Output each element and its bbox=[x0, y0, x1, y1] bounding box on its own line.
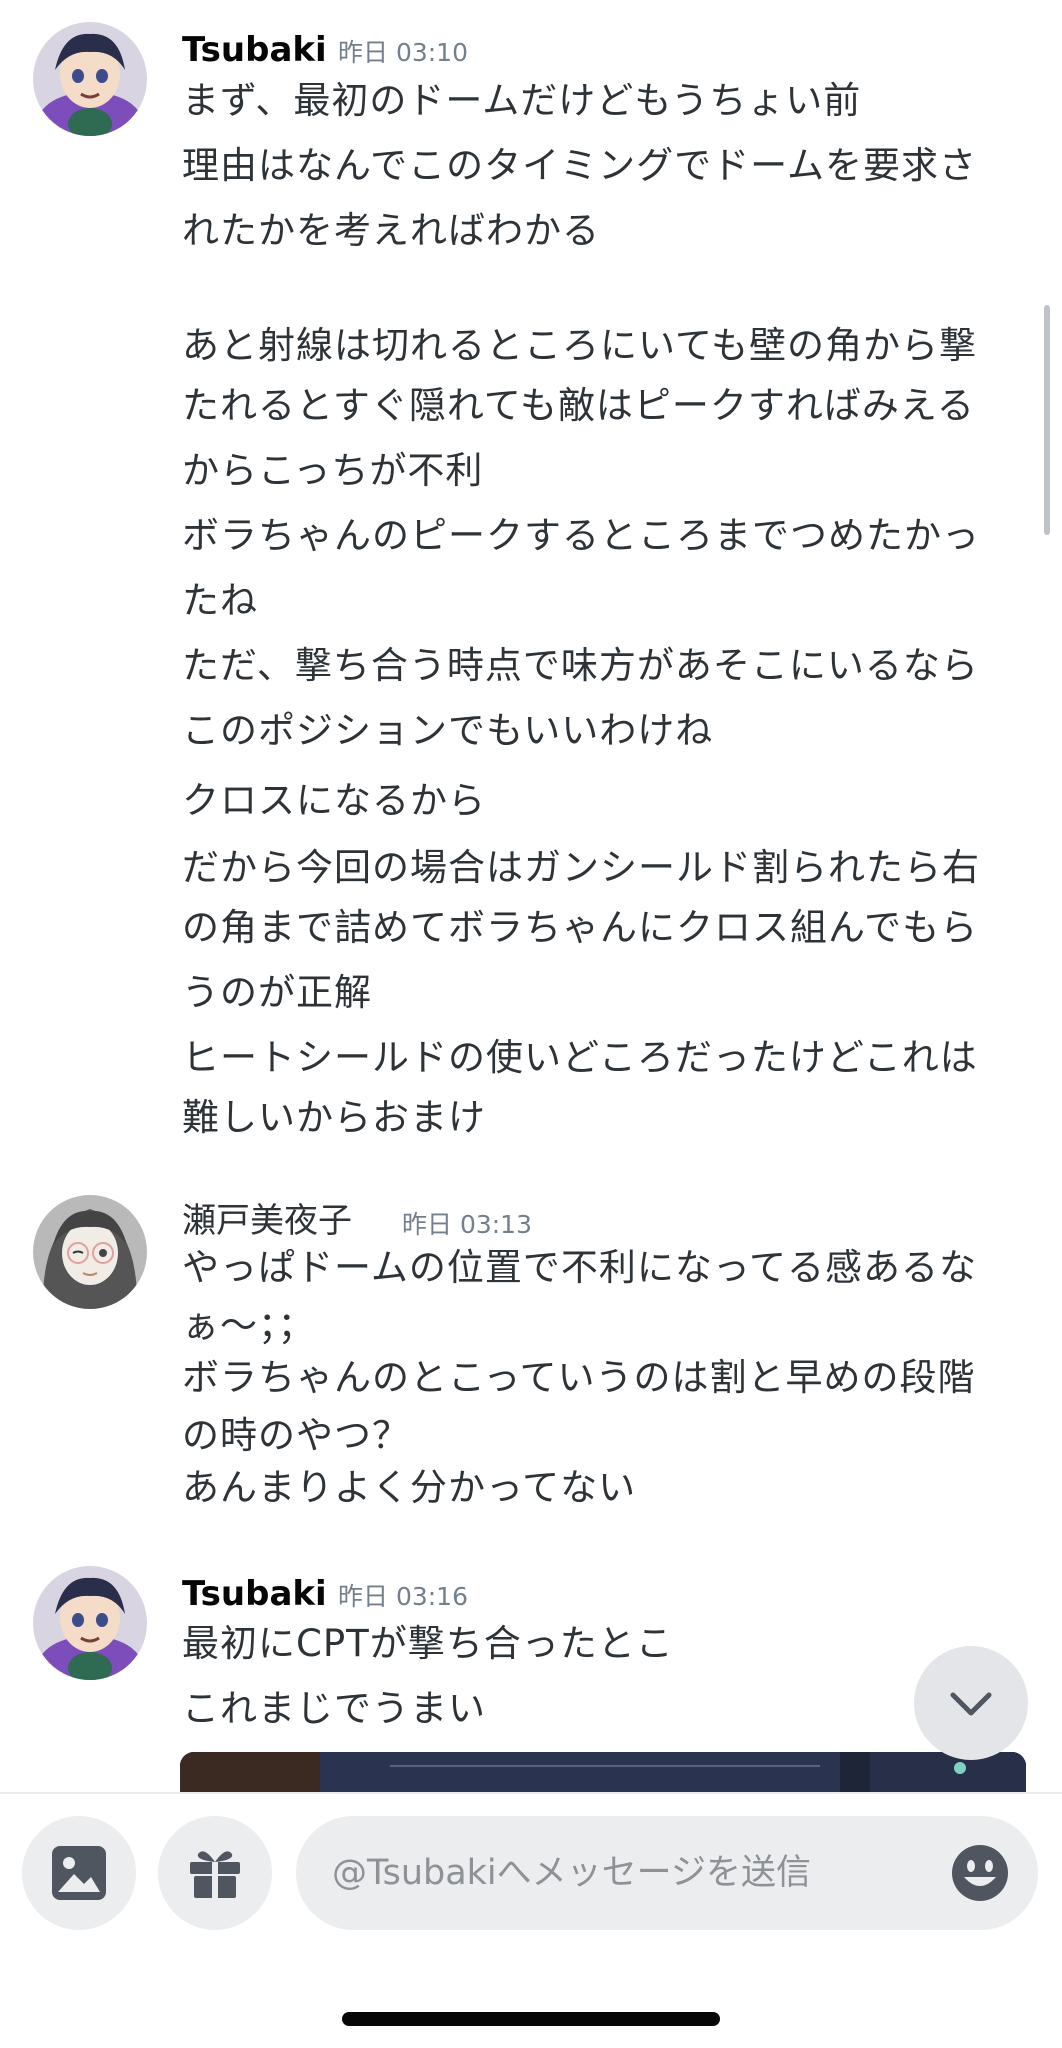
message-timestamp: 昨日 03:10 bbox=[338, 38, 468, 67]
upload-image-button[interactable] bbox=[22, 1816, 136, 1930]
message-input[interactable] bbox=[332, 1816, 932, 1930]
game-screenshot bbox=[180, 1752, 1026, 1792]
message-line: たれるとすぐ隠れても敵はピークすればみえる bbox=[182, 384, 975, 427]
image-icon bbox=[52, 1846, 106, 1900]
avatar-image bbox=[33, 1195, 147, 1309]
message-line: ボラちゃんのとこっていうのは割と早めの段階 bbox=[182, 1356, 976, 1399]
message-line: あんまりよく分かってない bbox=[182, 1466, 637, 1509]
message-line: からこっちが不利 bbox=[182, 449, 484, 492]
home-indicator[interactable] bbox=[342, 2012, 720, 2026]
avatar-tsubaki[interactable] bbox=[33, 22, 147, 136]
message-line: 理由はなんでこのタイミングでドームを要求さ bbox=[182, 144, 978, 187]
message-line: まず、最初のドームだけどもうちょい前 bbox=[182, 79, 862, 122]
message-line: クロスになるから bbox=[182, 779, 486, 822]
scrollbar-thumb[interactable] bbox=[1044, 305, 1050, 535]
message-line: 難しいからおまけ bbox=[182, 1096, 486, 1139]
message-line: たね bbox=[182, 579, 258, 622]
message-line: これまじでうまい bbox=[182, 1687, 486, 1730]
gift-button[interactable] bbox=[158, 1816, 272, 1930]
message-line: だから今回の場合はガンシールド割られたら右 bbox=[182, 846, 980, 889]
message-author[interactable]: Tsubaki bbox=[182, 30, 327, 70]
image-attachment[interactable] bbox=[180, 1752, 1026, 1792]
message-line: やっぱドームの位置で不利になってる感あるな bbox=[182, 1246, 978, 1289]
message-line: の時のやつ？ bbox=[182, 1414, 410, 1457]
chevron-down-icon bbox=[950, 1692, 992, 1716]
avatar-image bbox=[33, 22, 147, 136]
avatar-tsubaki[interactable] bbox=[33, 1566, 147, 1680]
jump-to-bottom-button[interactable] bbox=[914, 1646, 1028, 1760]
message-line: ボラちゃんのピークするところまでつめたかっ bbox=[182, 514, 980, 557]
emoji-icon[interactable] bbox=[950, 1843, 1010, 1903]
message-author[interactable]: 瀬戸美夜子 bbox=[182, 1201, 352, 1241]
message-line: あと射線は切れるところにいても壁の角から撃 bbox=[182, 324, 978, 367]
message-list: Tsubaki 昨日 03:10 まず、最初のドームだけどもうちょい前 理由はな… bbox=[0, 0, 1062, 1792]
message-line: れたかを考えればわかる bbox=[182, 209, 600, 252]
message-composer bbox=[0, 1792, 1062, 2048]
message-timestamp: 昨日 03:16 bbox=[338, 1582, 468, 1611]
message-input-container[interactable] bbox=[296, 1816, 1038, 1930]
message-line: うのが正解 bbox=[182, 971, 372, 1014]
avatar-seto-miyako[interactable] bbox=[33, 1195, 147, 1309]
gift-icon bbox=[190, 1851, 240, 1898]
avatar-image bbox=[33, 1566, 147, 1680]
message-line: ヒートシールドの使いどころだったけどこれは bbox=[182, 1036, 978, 1079]
message-author[interactable]: Tsubaki bbox=[182, 1574, 327, 1614]
message-line: 最初にCPTが撃ち合ったとこ bbox=[182, 1622, 674, 1665]
message-line: の角まで詰めてボラちゃんにクロス組んでもら bbox=[182, 906, 979, 949]
message-line: このポジションでもいいわけね bbox=[182, 709, 714, 752]
message-line: ただ、撃ち合う時点で味方があそこにいるなら bbox=[182, 644, 979, 687]
message-line: ぁ〜；； bbox=[182, 1304, 316, 1347]
message-timestamp: 昨日 03:13 bbox=[402, 1210, 532, 1239]
